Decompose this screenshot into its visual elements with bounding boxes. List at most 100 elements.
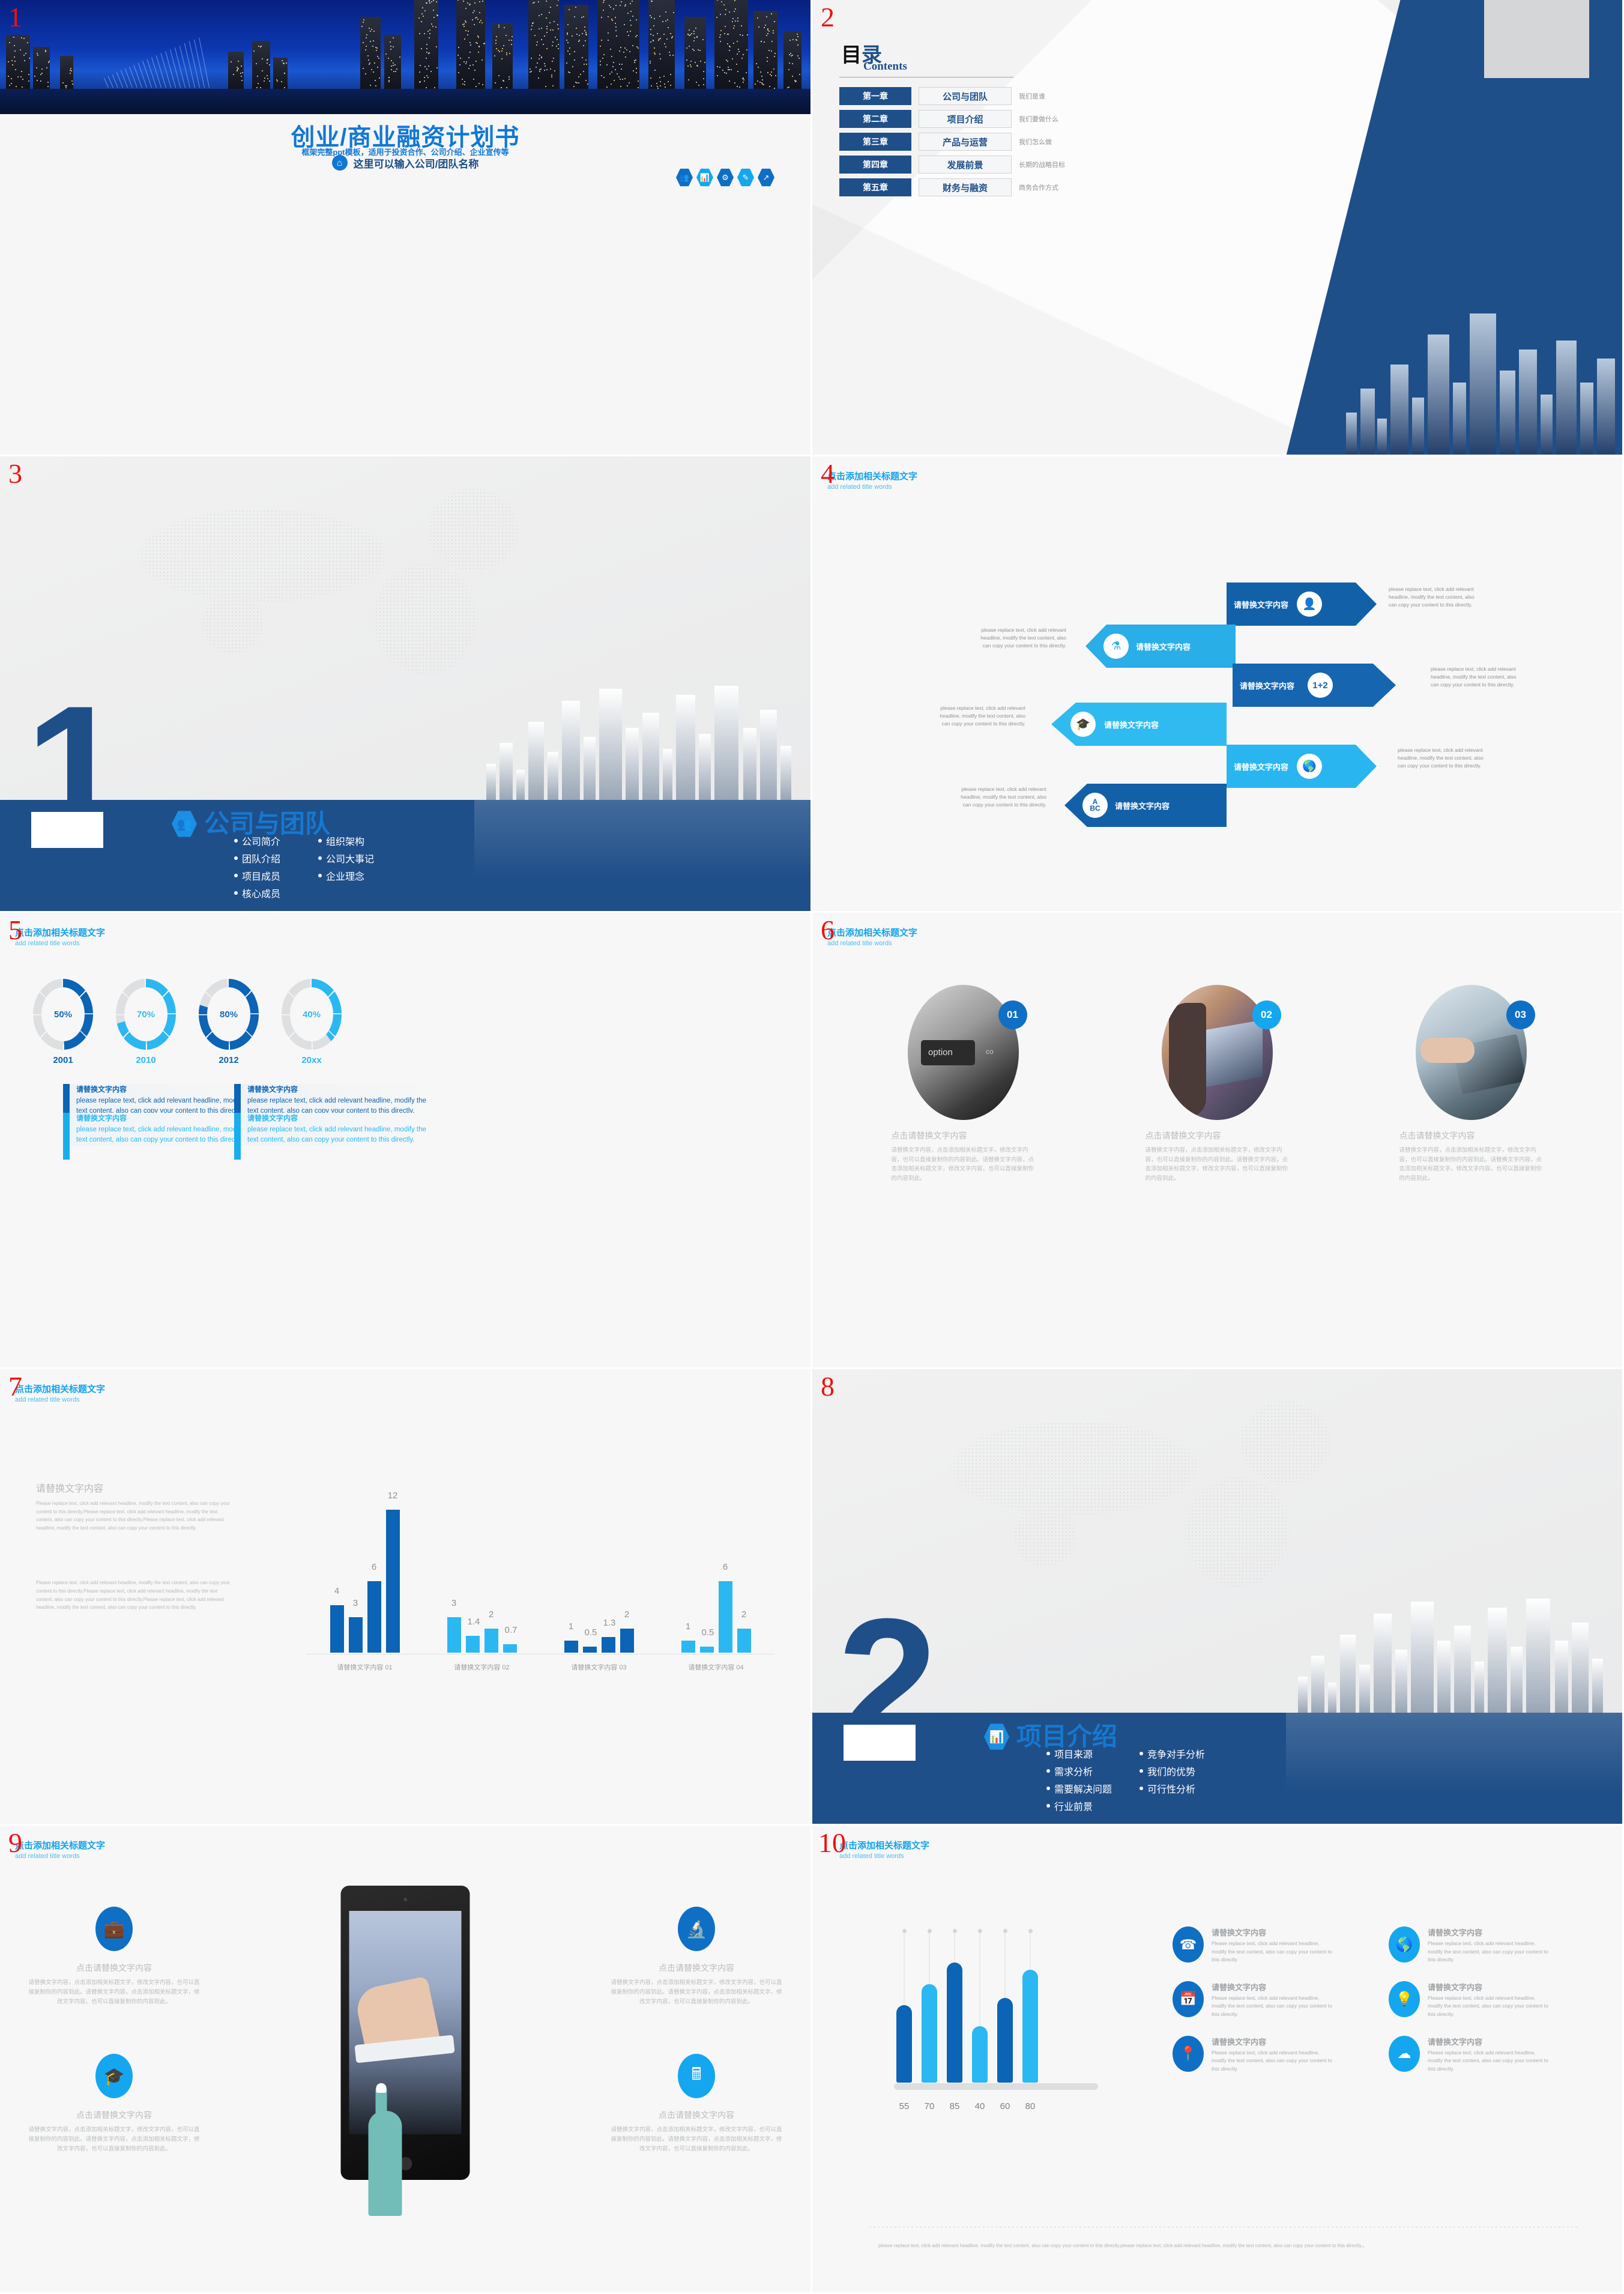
text-block[interactable]: 请替换文字内容 please replace text, click add r… xyxy=(63,1113,261,1146)
toc-row[interactable]: 第三章 产品与运营 我们怎么做 xyxy=(839,133,1065,151)
slide-8[interactable]: 8 2 📊 项目介绍 项目来源 竞争对手分析 需求分析 我们的优势 需要解决问题… xyxy=(812,1369,1624,1826)
bullet-label: 可行性分析 xyxy=(1147,1781,1195,1796)
presentation-chart-icon: 📊 xyxy=(696,168,713,187)
bullet-label: 我们的优势 xyxy=(1147,1764,1195,1778)
slide-4[interactable]: 4 点击添加相关标题文字 add related title words 请替换… xyxy=(812,456,1624,913)
org-name-placeholder: 这里可以输入公司/团队名称 xyxy=(354,156,479,171)
slide-2[interactable]: 2 目录 Contents 第一章 公司与团队 我们是谁 第二章 项目介绍 我们… xyxy=(812,0,1624,456)
section-bullets: 公司简介 组织架构 团队介绍 公司大事记 项目成员 企业理念 核心成员 xyxy=(234,834,405,900)
text-block[interactable]: 请替换文字内容 please replace text, click add r… xyxy=(234,1113,432,1146)
text-block-body: please replace text, click add relevant … xyxy=(76,1125,261,1146)
slide-10[interactable]: 10 点击添加相关标题文字 add related title words 55… xyxy=(812,1826,1624,2294)
bullet-item: 企业理念 xyxy=(318,868,405,883)
chapter-label: 第一章 xyxy=(839,87,911,105)
bar-value-label: 3 xyxy=(351,1599,361,1608)
chart-heading: 请替换文字内容 xyxy=(36,1480,234,1495)
home-icon: ⌂ xyxy=(332,155,348,171)
feature-item[interactable]: 💡 请替换文字内容 Please replace text, click add… xyxy=(1389,1981,1587,2019)
bullet-label: 公司大事记 xyxy=(326,851,374,865)
arrow-text-4: please replace text, click add relevant … xyxy=(932,704,1025,727)
card-heading: 点击请替换文字内容 xyxy=(1399,1130,1544,1142)
arrow-row-4[interactable]: 🎓 请替换文字内容 xyxy=(1051,703,1227,746)
bullet-item: 项目成员 xyxy=(234,868,309,883)
bar-value-label: 0.5 xyxy=(702,1629,712,1637)
bar: 2 xyxy=(484,1629,498,1653)
card-badge: 03 xyxy=(1506,1000,1535,1029)
feature-heading: 点击请替换文字内容 xyxy=(609,2109,783,2121)
bar-group: 1 0.5 6 2 xyxy=(657,1489,774,1653)
arrow-row-1[interactable]: 请替换文字内容 👤 xyxy=(1227,583,1377,626)
feature-cell[interactable]: 🎓 点击请替换文字内容 请替换文字内容，点击添加相关标题文字，修改文字内容，也可… xyxy=(27,2054,201,2154)
feature-cell[interactable]: 🔬 点击请替换文字内容 请替换文字内容，点击添加相关标题文字，修改文字内容，也可… xyxy=(609,1907,783,2007)
toc-row[interactable]: 第四章 发展前景 长期的战略目标 xyxy=(839,156,1065,174)
slide-7[interactable]: 7 点击添加相关标题文字 add related title words 请替换… xyxy=(0,1369,812,1826)
photo-card[interactable]: 03 点击请替换文字内容 请替换文字内容，点击添加相关标题文字，修改文字内容，也… xyxy=(1399,985,1544,1184)
feature-body: Please replace text, click add relevant … xyxy=(1212,2049,1335,2074)
slide-5[interactable]: 5 点击添加相关标题文字 add related title words 50%… xyxy=(0,913,812,1369)
graduation-cap-icon: 🎓 xyxy=(1070,712,1096,737)
card-heading: 点击请替换文字内容 xyxy=(892,1130,1036,1142)
slide-number: 3 xyxy=(8,460,22,488)
feature-cell[interactable]: 💼 点击请替换文字内容 请替换文字内容，点击添加相关标题文字，修改文字内容，也可… xyxy=(27,1907,201,2007)
slide-1[interactable]: 1 创业/商业融资计划书 框架完整ppt模板，适用于投资合作、公司介绍、企业宣传… xyxy=(0,0,812,456)
arrow-label: 请替换文字内容 xyxy=(1136,641,1191,652)
bar xyxy=(896,2005,912,2083)
slide-3[interactable]: 3 1 👥 公司与团队 公司简介 组织架构 团队介绍 公司大事记 项目成员 企业… xyxy=(0,456,812,913)
donut-item: 40%20xx xyxy=(282,979,342,1065)
graduation-cap-icon: 🎓 xyxy=(95,2054,133,2098)
pointing-finger-icon xyxy=(368,2111,402,2216)
arrow-row-3[interactable]: 请替换文字内容 1+2 xyxy=(1233,664,1396,707)
bar-value-label: 2 xyxy=(622,1611,632,1619)
bullet-item: 公司大事记 xyxy=(318,851,405,865)
bar-value-label: 80 xyxy=(1022,2101,1038,2111)
toc-row[interactable]: 第二章 项目介绍 我们要做什么 xyxy=(839,110,1065,128)
arrow-label: 请替换文字内容 xyxy=(1240,680,1294,691)
feature-cell[interactable]: 🖩 点击请替换文字内容 请替换文字内容，点击添加相关标题文字，修改文字内容，也可… xyxy=(609,2054,783,2154)
bar-value-label: 3 xyxy=(449,1599,459,1608)
bar xyxy=(1022,1970,1038,2083)
photo-card[interactable]: option co 01 点击请替换文字内容 请替换文字内容，点击添加相关标题文… xyxy=(892,985,1036,1184)
bar: 1.3 xyxy=(602,1637,615,1653)
arrow-row-5[interactable]: 请替换文字内容 🌎 xyxy=(1227,745,1377,788)
donut-gauge: 70% xyxy=(116,979,176,1050)
bar-category-label: 请替换文字内容 02 xyxy=(423,1662,540,1672)
text-block[interactable]: 请替换文字内容 please replace text, click add r… xyxy=(234,1084,432,1117)
bar-value-label: 40 xyxy=(972,2101,988,2111)
feature-item[interactable]: 📅 请替换文字内容 Please replace text, click add… xyxy=(1173,1981,1371,2019)
feature-item[interactable]: ☎ 请替换文字内容 Please replace text, click add… xyxy=(1173,1926,1371,1964)
text-block[interactable]: 请替换文字内容 please replace text, click add r… xyxy=(63,1084,261,1117)
header-title-cn: 点击添加相关标题文字 xyxy=(15,1839,105,1851)
toc-row[interactable]: 第五章 财务与融资 商务合作方式 xyxy=(839,178,1065,196)
feature-body: Please replace text, click add relevant … xyxy=(1428,1994,1551,2019)
bar xyxy=(947,1963,962,2083)
bullet-item: 需要解决问题 xyxy=(1046,1781,1130,1796)
bullet-label: 团队介绍 xyxy=(242,851,280,865)
feature-item[interactable]: ☁ 请替换文字内容 Please replace text, click add… xyxy=(1389,2036,1587,2074)
lightbulb-icon: 💡 xyxy=(1389,1981,1420,2017)
feature-body: Please replace text, click add relevant … xyxy=(1212,1994,1335,2019)
feature-item[interactable]: 📍 请替换文字内容 Please replace text, click add… xyxy=(1173,2036,1371,2074)
bar-group: 1 0.5 1.3 2 xyxy=(540,1489,657,1653)
arrow-text-2: please replace text, click add relevant … xyxy=(973,626,1066,649)
bar: 6 xyxy=(719,1581,732,1653)
header-title-cn: 点击添加相关标题文字 xyxy=(15,1382,105,1395)
arrow-row-6[interactable]: A BC 请替换文字内容 xyxy=(1064,784,1227,827)
card-badge: 01 xyxy=(998,1000,1027,1029)
bar-group: 3 1.4 2 0.7 xyxy=(423,1489,540,1653)
slide-number: 1 xyxy=(8,4,22,31)
world-map-dots xyxy=(108,480,588,679)
slide-9[interactable]: 9 点击添加相关标题文字 add related title words 💼 点… xyxy=(0,1826,812,2294)
chapter-name: 公司与团队 xyxy=(919,87,1012,105)
arrow-row-2[interactable]: ⚗ 请替换文字内容 xyxy=(1085,625,1236,668)
feature-heading: 请替换文字内容 xyxy=(1212,1926,1335,1938)
bullet-item: 组织架构 xyxy=(318,834,405,848)
feature-item[interactable]: 🌎 请替换文字内容 Please replace text, click add… xyxy=(1389,1926,1587,1964)
card-body: 请替换文字内容，点击添加相关标题文字，修改文字内容，也可以直接复制你的内容到此。… xyxy=(1399,1146,1544,1184)
bar-value-label: 2 xyxy=(739,1611,749,1619)
bar: 0.7 xyxy=(503,1644,517,1653)
slide-number: 9 xyxy=(8,1829,22,1857)
toc-row[interactable]: 第一章 公司与团队 我们是谁 xyxy=(839,87,1065,105)
photo-card[interactable]: 02 点击请替换文字内容 请替换文字内容，点击添加相关标题文字，修改文字内容，也… xyxy=(1146,985,1290,1184)
slide-6[interactable]: 6 点击添加相关标题文字 add related title words opt… xyxy=(812,913,1624,1369)
globe-trophy-icon: 🌎 xyxy=(1297,754,1322,779)
